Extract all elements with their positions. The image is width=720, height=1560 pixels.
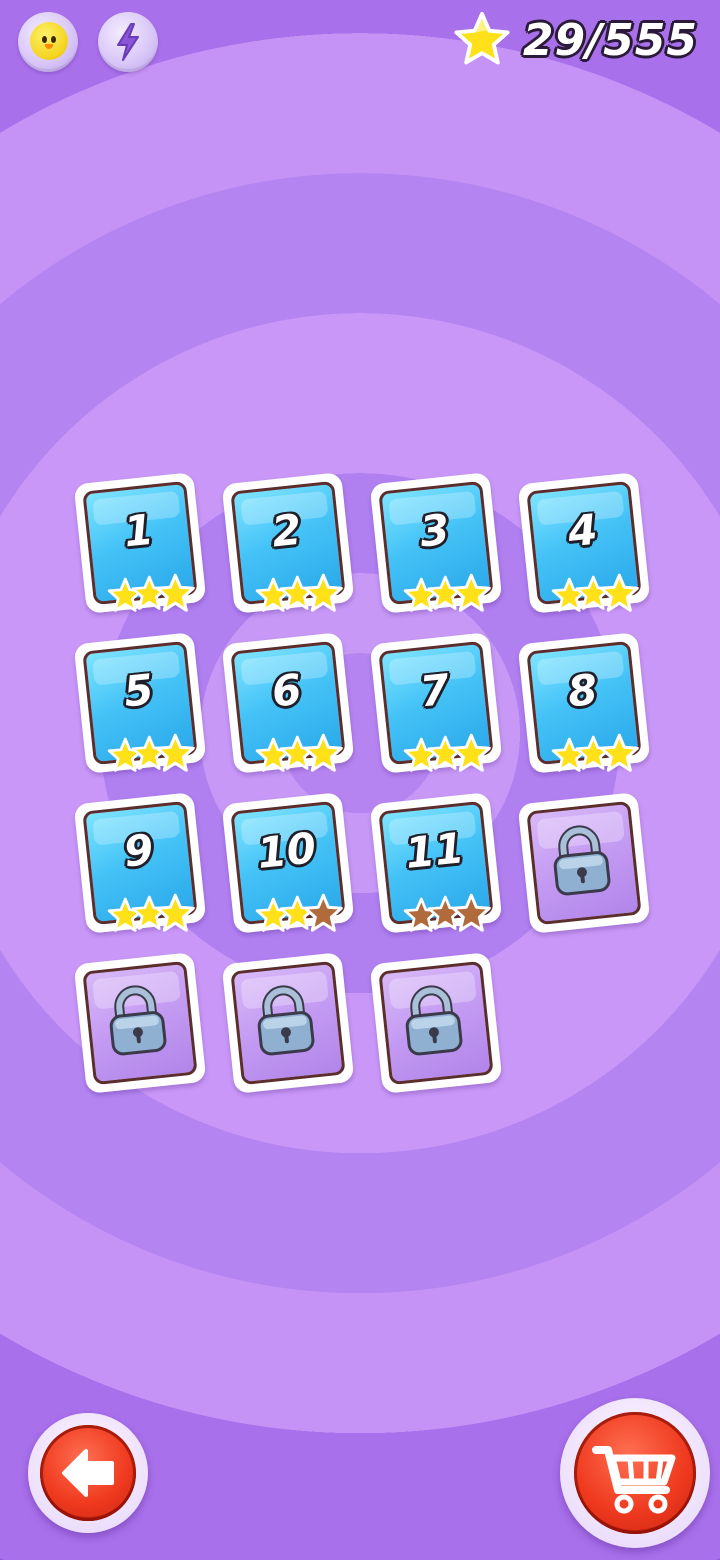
level-stars	[107, 893, 195, 933]
star-earned-icon	[451, 733, 491, 772]
padlock-icon	[553, 825, 611, 896]
level-tile-3[interactable]: 3	[369, 472, 503, 614]
level-tile-8[interactable]: 8	[517, 632, 651, 774]
star-empty-icon	[303, 893, 343, 932]
level-tile-11[interactable]: 11	[369, 792, 503, 934]
level-tile-6[interactable]: 6	[221, 632, 355, 774]
star-earned-icon	[451, 573, 491, 612]
level-select-screen: 29/555 1 2 3 4 5 6 7 8 9 10 11	[0, 0, 720, 1560]
padlock-icon	[257, 985, 315, 1056]
star-earned-icon	[303, 733, 343, 772]
level-tile-locked[interactable]	[73, 952, 207, 1094]
star-earned-icon	[599, 733, 639, 772]
level-tile-locked[interactable]	[517, 792, 651, 934]
profile-button[interactable]	[18, 12, 78, 72]
padlock-icon	[405, 985, 463, 1056]
level-tile-locked[interactable]	[221, 952, 355, 1094]
chick-avatar-icon	[30, 22, 68, 60]
level-stars	[255, 573, 343, 613]
level-stars	[255, 893, 343, 933]
level-tile-1[interactable]: 1	[73, 472, 207, 614]
shop-button[interactable]	[560, 1398, 710, 1548]
level-stars	[403, 893, 491, 933]
level-stars	[107, 733, 195, 773]
star-empty-icon	[451, 893, 491, 932]
star-earned-icon	[155, 893, 195, 932]
energy-button[interactable]	[98, 12, 158, 72]
level-stars	[255, 733, 343, 773]
star-counter: 29/555	[453, 8, 698, 72]
star-earned-icon	[599, 573, 639, 612]
star-earned-icon	[155, 733, 195, 772]
level-tile-10[interactable]: 10	[221, 792, 355, 934]
star-earned-icon	[303, 573, 343, 612]
level-stars	[551, 573, 639, 613]
star-counter-text: 29/555	[522, 14, 698, 66]
lightning-bolt-icon	[117, 23, 139, 61]
padlock-icon	[109, 985, 167, 1056]
level-tile-5[interactable]: 5	[73, 632, 207, 774]
level-tile-locked[interactable]	[369, 952, 503, 1094]
shopping-cart-icon	[592, 1446, 676, 1514]
level-stars	[403, 733, 491, 773]
back-arrow-icon	[62, 1449, 114, 1497]
level-tile-2[interactable]: 2	[221, 472, 355, 614]
level-stars	[403, 573, 491, 613]
level-stars	[107, 573, 195, 613]
star-earned-icon	[155, 573, 195, 612]
level-tile-4[interactable]: 4	[517, 472, 651, 614]
level-tile-7[interactable]: 7	[369, 632, 503, 774]
back-button[interactable]	[28, 1413, 148, 1533]
level-stars	[551, 733, 639, 773]
level-tile-9[interactable]: 9	[73, 792, 207, 934]
star-icon	[454, 11, 510, 65]
